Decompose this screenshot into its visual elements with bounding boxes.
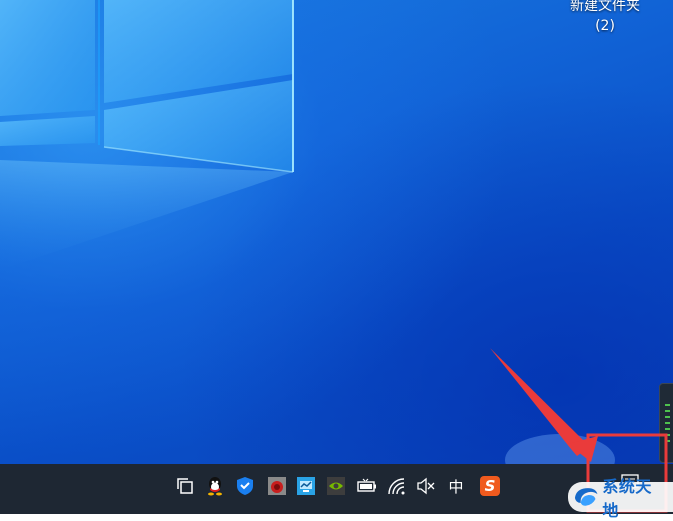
nvidia-icon[interactable] xyxy=(326,476,346,496)
task-view-icon[interactable] xyxy=(175,476,195,496)
watermark-logo-icon xyxy=(574,488,598,506)
volume-muted-icon[interactable] xyxy=(416,476,436,496)
security-shield-icon[interactable] xyxy=(235,476,255,496)
folder-name-line2: (2) xyxy=(595,18,615,34)
network-monitor-icon[interactable] xyxy=(296,476,316,496)
battery-icon[interactable] xyxy=(357,476,377,496)
side-gadget-meter[interactable] xyxy=(659,383,673,463)
sogou-input-icon[interactable]: S xyxy=(480,476,500,496)
ime-label: 中 xyxy=(448,477,464,496)
windows-logo-light xyxy=(0,0,615,464)
red-app-icon[interactable] xyxy=(267,476,287,496)
sogou-letter: S xyxy=(484,477,496,495)
desktop-background: 新建文件夹 (2) xyxy=(0,0,673,464)
qq-penguin-icon[interactable] xyxy=(205,476,225,496)
wifi-icon[interactable] xyxy=(387,476,407,496)
site-watermark: 系统天地 xyxy=(568,477,673,520)
ime-chinese-icon[interactable]: 中 xyxy=(446,476,466,496)
folder-name-line1: 新建文件夹 xyxy=(570,0,640,14)
desktop-folder-label[interactable]: 新建文件夹 (2) xyxy=(560,0,650,36)
